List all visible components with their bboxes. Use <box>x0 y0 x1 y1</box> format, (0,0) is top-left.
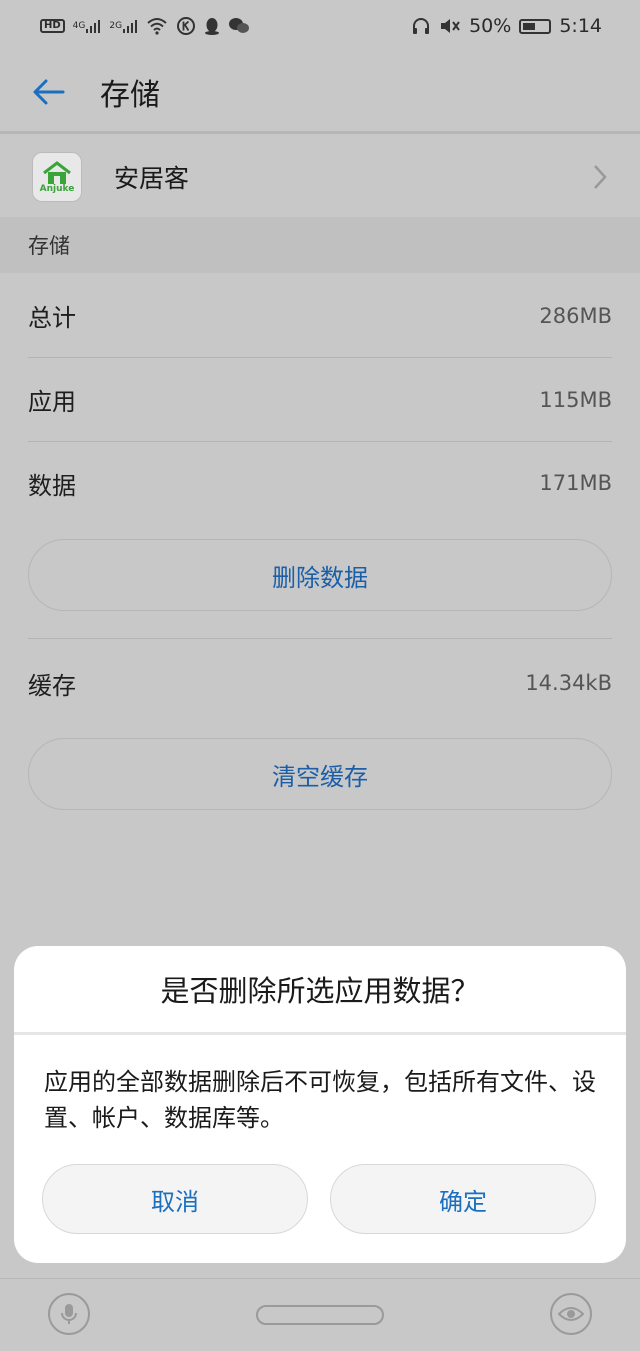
wechat-icon <box>228 17 250 35</box>
app-name: 安居客 <box>114 164 190 193</box>
microphone-icon <box>61 1304 77 1324</box>
row-value: 171MB <box>539 471 612 495</box>
mute-icon <box>439 16 461 36</box>
app-info-row[interactable]: Anjuke 安居客 <box>0 137 640 217</box>
battery-percent: 50% <box>469 15 512 37</box>
signal-4g-icon: 4G <box>73 18 102 34</box>
storage-row-app: 应用 115MB <box>28 358 612 442</box>
k-circle-icon <box>176 16 196 36</box>
signal-2g-icon: 2G <box>109 18 138 34</box>
clear-cache-button[interactable]: 清空缓存 <box>28 738 612 810</box>
back-arrow-icon <box>33 79 65 104</box>
house-icon <box>43 160 71 184</box>
status-left: HD 4G 2G <box>40 16 250 36</box>
eye-icon <box>558 1307 584 1321</box>
divider <box>28 638 612 639</box>
row-value: 14.34kB <box>525 671 612 695</box>
headphones-icon <box>411 16 431 36</box>
hd-badge: HD <box>40 19 65 33</box>
row-label: 数据 <box>28 471 76 500</box>
page-title: 存储 <box>100 77 160 113</box>
battery-icon <box>519 18 552 34</box>
confirm-button[interactable]: 确定 <box>330 1164 596 1234</box>
storage-row-cache: 缓存 14.34kB <box>28 641 612 725</box>
navigation-bar <box>0 1278 640 1351</box>
dialog-divider <box>14 1032 626 1035</box>
cancel-button[interactable]: 取消 <box>42 1164 308 1234</box>
storage-row-total: 总计 286MB <box>28 274 612 358</box>
net1-label: 4G <box>72 20 86 31</box>
clock: 5:14 <box>559 15 602 37</box>
delete-data-button[interactable]: 删除数据 <box>28 539 612 611</box>
dialog-message: 应用的全部数据删除后不可恢复，包括所有文件、设置、帐户、数据库等。 <box>44 1068 596 1132</box>
row-label: 缓存 <box>28 671 76 700</box>
chevron-right-icon <box>594 165 607 189</box>
top-app-bar: 存储 <box>0 52 640 134</box>
net2-label: 2G <box>109 20 123 31</box>
row-value: 115MB <box>539 387 612 412</box>
wifi-icon <box>146 17 168 35</box>
home-pill-button[interactable] <box>256 1305 384 1325</box>
dialog-title: 是否删除所选应用数据？ <box>160 974 480 1008</box>
row-label: 总计 <box>28 304 76 332</box>
row-label: 应用 <box>28 388 76 416</box>
status-bar: HD 4G 2G 50% 5:14 <box>0 0 640 52</box>
voice-button[interactable] <box>48 1293 90 1335</box>
delete-data-dialog: 是否删除所选应用数据？ 应用的全部数据删除后不可恢复，包括所有文件、设置、帐户、… <box>14 946 626 1263</box>
qq-penguin-icon <box>204 16 220 36</box>
row-value: 286MB <box>539 303 612 328</box>
app-icon-label: Anjuke <box>39 183 75 194</box>
status-right: 50% 5:14 <box>411 15 602 37</box>
storage-row-data: 数据 171MB <box>28 441 612 525</box>
storage-section-header: 存储 <box>0 217 640 273</box>
eye-comfort-button[interactable] <box>550 1293 592 1335</box>
back-button[interactable] <box>30 74 66 110</box>
anjuke-app-icon: Anjuke <box>32 152 82 202</box>
